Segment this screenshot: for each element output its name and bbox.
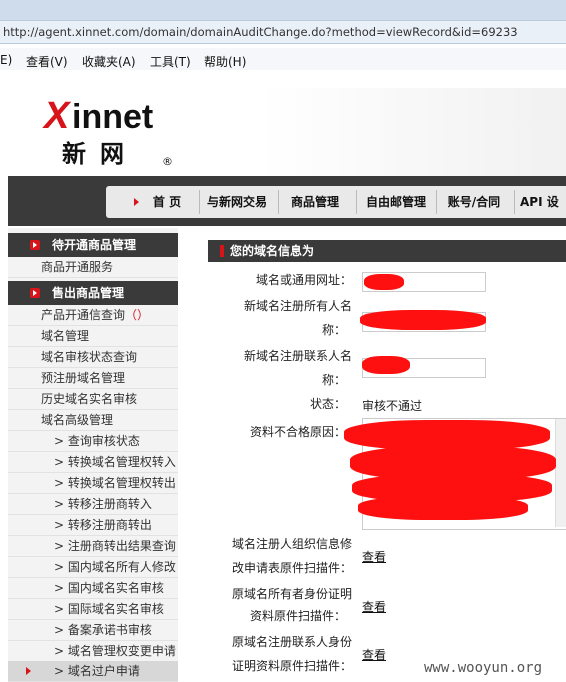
contact-label-cont: 称： xyxy=(321,373,346,387)
address-bar[interactable]: http://agent.xinnet.com/domain/domainAud… xyxy=(0,20,566,44)
owner-label-cont: 称： xyxy=(321,323,346,337)
sidebar-item-label: > 转移注册商转出 xyxy=(54,518,152,532)
sidebar-sub-item[interactable]: > 国内域名所有人修改 xyxy=(8,557,178,578)
domain-label: 域名或通用网址： xyxy=(255,273,352,287)
arrow-bullet-icon xyxy=(30,288,40,298)
nav-account[interactable]: 账号/合同 xyxy=(442,186,506,218)
nav-products[interactable]: 商品管理 xyxy=(284,186,346,218)
nav-mail[interactable]: 自由邮管理 xyxy=(362,186,430,218)
sidebar-item-label: > 转换域名管理权转入 xyxy=(54,455,176,469)
nav-home[interactable]: 首 页 xyxy=(142,186,192,218)
menu-tools[interactable]: 工具(T) xyxy=(150,53,191,70)
sidebar-item-history-audit[interactable]: 历史域名实名审核 xyxy=(8,389,178,410)
sidebar-sub-item[interactable]: > 备案承诺书审核 xyxy=(8,620,178,641)
view-org-link[interactable]: 查看 xyxy=(362,548,386,565)
status-label: 状态： xyxy=(309,397,346,411)
redaction-mark xyxy=(358,496,528,520)
sidebar-sub-item[interactable]: > 转换域名管理权转入 xyxy=(8,452,178,473)
menu-favorites[interactable]: 收藏夹(A) xyxy=(82,53,136,70)
nav-divider xyxy=(356,190,357,214)
contact-id-label-cont: 证明资料原件扫描件： xyxy=(231,659,352,673)
sidebar-item-label: 产品开通信查询（） xyxy=(41,308,150,322)
nav-trade[interactable]: 与新网交易 xyxy=(202,186,272,218)
sidebar-item-audit-query[interactable]: 域名审核状态查询 xyxy=(8,347,178,368)
sidebar-sub-item[interactable]: > 转换域名管理权转出 xyxy=(8,473,178,494)
sidebar-item-label: 域名审核状态查询 xyxy=(41,350,138,364)
sidebar-item-advanced[interactable]: 域名高级管理 xyxy=(8,410,178,431)
sidebar-item-product-query[interactable]: 产品开通信查询（） xyxy=(8,305,178,326)
sidebar-item-label: > 转移注册商转入 xyxy=(54,497,152,511)
sidebar-item-prereg[interactable]: 预注册域名管理 xyxy=(8,368,178,389)
sidebar-item-label: 域名管理 xyxy=(41,329,90,343)
nav-divider xyxy=(514,190,515,214)
view-contact-id-link[interactable]: 查看 xyxy=(362,646,386,663)
logo-chinese: 新网 xyxy=(62,139,138,168)
count-paren: （） xyxy=(125,308,150,322)
sidebar-sub-item[interactable]: > 查询审核状态 xyxy=(8,431,178,452)
nav-arrow-icon xyxy=(134,198,139,206)
logo-registered: ® xyxy=(162,155,173,168)
owner-label: 新域名注册所有人名 xyxy=(243,299,352,313)
section-label: 售出商品管理 xyxy=(52,286,125,300)
menu-view[interactable]: 查看(V) xyxy=(26,53,68,70)
status-value: 审核不通过 xyxy=(362,399,423,413)
redaction-mark xyxy=(364,274,404,290)
textarea-scrollbar[interactable] xyxy=(555,419,566,527)
panel-header: 您的域名信息为 xyxy=(208,240,566,262)
browser-menu-bar: E) 查看(V) 收藏夹(A) 工具(T) 帮助(H) xyxy=(0,48,566,70)
sidebar-item-label: > 国际域名实名审核 xyxy=(54,602,164,616)
sidebar-sub-item[interactable]: > 注册商转出结果查询 xyxy=(8,536,178,557)
sidebar-sub-item[interactable]: > 转移注册商转出 xyxy=(8,515,178,536)
spacer xyxy=(0,72,566,86)
org-label-cont: 改申请表原件扫描件： xyxy=(231,561,352,575)
sidebar-item-label: > 注册商转出结果查询 xyxy=(54,539,176,553)
sidebar-item-label: > 国内域名实名审核 xyxy=(54,581,164,595)
sidebar-section-pending[interactable]: 待开通商品管理 xyxy=(8,233,178,257)
nav-divider xyxy=(436,190,437,214)
sidebar-item-domain-mgmt[interactable]: 域名管理 xyxy=(8,326,178,347)
sidebar-section-sold[interactable]: 售出商品管理 xyxy=(8,281,178,305)
owner-id-label-cont: 资料原件扫描件： xyxy=(249,609,346,623)
logo-x-mark[interactable]: X xyxy=(44,97,69,135)
redaction-mark xyxy=(360,310,486,330)
url-text[interactable]: http://agent.xinnet.com/domain/domainAud… xyxy=(3,25,518,39)
menu-edit[interactable]: E) xyxy=(0,53,12,67)
browser-title-strip xyxy=(0,0,566,20)
owner-id-label: 原域名所有者身份证明 xyxy=(231,587,352,601)
sidebar-item-label: > 域名过户申请 xyxy=(54,664,140,678)
sidebar-item-label: > 国内域名所有人修改 xyxy=(54,560,176,574)
active-arrow-icon xyxy=(26,667,31,675)
page-title: 您的域名信息为 xyxy=(230,244,315,258)
sidebar-sub-item[interactable]: > 国际域名实名审核 xyxy=(8,599,178,620)
sidebar-item-label: 域名高级管理 xyxy=(41,413,114,427)
sidebar-item-label: 商品开通服务 xyxy=(41,260,114,274)
contact-label: 新域名注册联系人名 xyxy=(243,349,352,363)
sidebar-item-label: > 备案承诺书审核 xyxy=(54,623,152,637)
sidebar-item-open-service[interactable]: 商品开通服务 xyxy=(8,257,178,278)
org-label: 域名注册人组织信息修 xyxy=(231,537,352,551)
nav-divider xyxy=(278,190,279,214)
redaction-mark xyxy=(362,356,410,374)
menu-help[interactable]: 帮助(H) xyxy=(204,53,246,70)
sidebar-item-label: > 查询审核状态 xyxy=(54,434,140,448)
nav-api[interactable]: API 设 xyxy=(520,186,566,218)
logo-wordmark[interactable]: innet xyxy=(72,100,153,134)
sidebar-item-label: 预注册域名管理 xyxy=(41,371,126,385)
watermark-text: www.wooyun.org xyxy=(424,660,543,676)
sidebar-sub-item[interactable]: > 国内域名实名审核 xyxy=(8,578,178,599)
title-marker xyxy=(220,245,224,257)
sidebar-item-label: > 域名管理权变更申请 xyxy=(54,644,176,658)
arrow-bullet-icon xyxy=(30,240,40,250)
nav-divider xyxy=(199,190,200,214)
sidebar-item-label: > 转换域名管理权转出 xyxy=(54,476,176,490)
contact-id-label: 原域名注册联系人身份 xyxy=(231,635,352,649)
sidebar-item-label: 历史域名实名审核 xyxy=(41,392,138,406)
sidebar-sub-item[interactable]: > 域名管理权变更申请 xyxy=(8,641,178,662)
sidebar-sub-item[interactable]: > 转移注册商转入 xyxy=(8,494,178,515)
reason-label: 资料不合格原因： xyxy=(249,425,346,439)
section-label: 待开通商品管理 xyxy=(52,238,137,252)
view-owner-id-link[interactable]: 查看 xyxy=(362,598,386,615)
